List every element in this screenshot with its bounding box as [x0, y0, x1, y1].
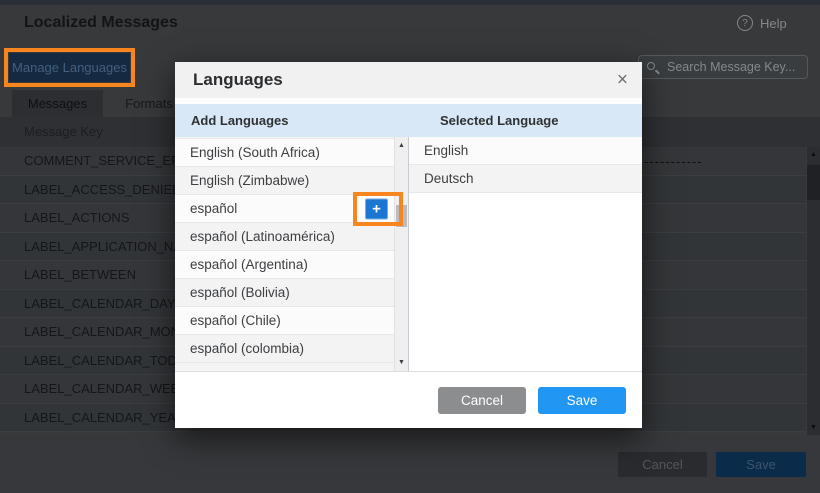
dialog-save-button[interactable]: Save — [538, 387, 626, 414]
page-scrollbar-thumb[interactable] — [807, 165, 820, 200]
search-box[interactable] — [638, 55, 808, 79]
dialog-cancel-button[interactable]: Cancel — [438, 387, 526, 414]
add-language-button[interactable]: + — [365, 198, 388, 219]
language-option[interactable]: español (Chile) — [175, 307, 394, 335]
language-option[interactable]: español (Bolivia) — [175, 279, 394, 307]
page-save-button[interactable]: Save — [716, 452, 806, 477]
help-button[interactable]: ? Help — [737, 15, 787, 31]
language-option[interactable]: English (South Africa) — [175, 139, 394, 167]
selected-language-item[interactable]: English — [409, 137, 642, 165]
dialog-scrollbar-thumb[interactable] — [396, 205, 407, 227]
dialog-footer: Cancel Save — [175, 371, 642, 428]
help-label: Help — [760, 16, 787, 31]
page-cancel-button[interactable]: Cancel — [618, 452, 707, 477]
dialog-header: Languages × — [175, 62, 642, 98]
plus-icon: + — [372, 200, 381, 217]
scroll-down-icon[interactable]: ▼ — [395, 359, 408, 366]
language-option[interactable]: English (Zimbabwe) — [175, 167, 394, 195]
selected-language-column-header: Selected Language — [409, 113, 558, 128]
language-option[interactable]: español + — [175, 195, 394, 223]
page-title: Localized Messages — [24, 14, 178, 32]
manage-languages-button[interactable]: Manage Languages — [9, 53, 130, 82]
language-option[interactable]: español (colombia) — [175, 335, 394, 363]
search-icon — [647, 61, 660, 74]
add-languages-column-header: Add Languages — [175, 113, 409, 128]
help-icon: ? — [737, 15, 753, 31]
selected-languages-list: English Deutsch — [409, 137, 642, 371]
dialog-title: Languages — [193, 70, 283, 90]
top-strip — [0, 0, 820, 5]
close-icon[interactable]: × — [617, 71, 628, 90]
scroll-down-icon[interactable]: ▼ — [807, 424, 820, 431]
message-value: ----------- — [644, 147, 703, 176]
add-languages-list: English (South Africa) English (Zimbabwe… — [175, 137, 409, 371]
languages-dialog: Languages × Add Languages Selected Langu… — [175, 62, 642, 428]
dialog-column-headers: Add Languages Selected Language — [175, 104, 642, 137]
search-input[interactable] — [667, 60, 799, 74]
dialog-body: English (South Africa) English (Zimbabwe… — [175, 137, 642, 371]
message-key-column-label: Message Key — [24, 124, 103, 139]
scroll-up-icon[interactable]: ▲ — [395, 142, 408, 149]
page-scrollbar[interactable]: ▲ ▼ — [807, 147, 820, 435]
language-option[interactable]: español (Argentina) — [175, 251, 394, 279]
tab-messages[interactable]: Messages — [12, 90, 103, 117]
selected-language-item[interactable]: Deutsch — [409, 165, 642, 193]
dialog-list-scrollbar[interactable]: ▲ ▼ — [394, 137, 408, 371]
scroll-up-icon[interactable]: ▲ — [807, 151, 820, 158]
list-clipped-row — [175, 363, 394, 371]
language-option[interactable]: español (Latinoamérica) — [175, 223, 394, 251]
